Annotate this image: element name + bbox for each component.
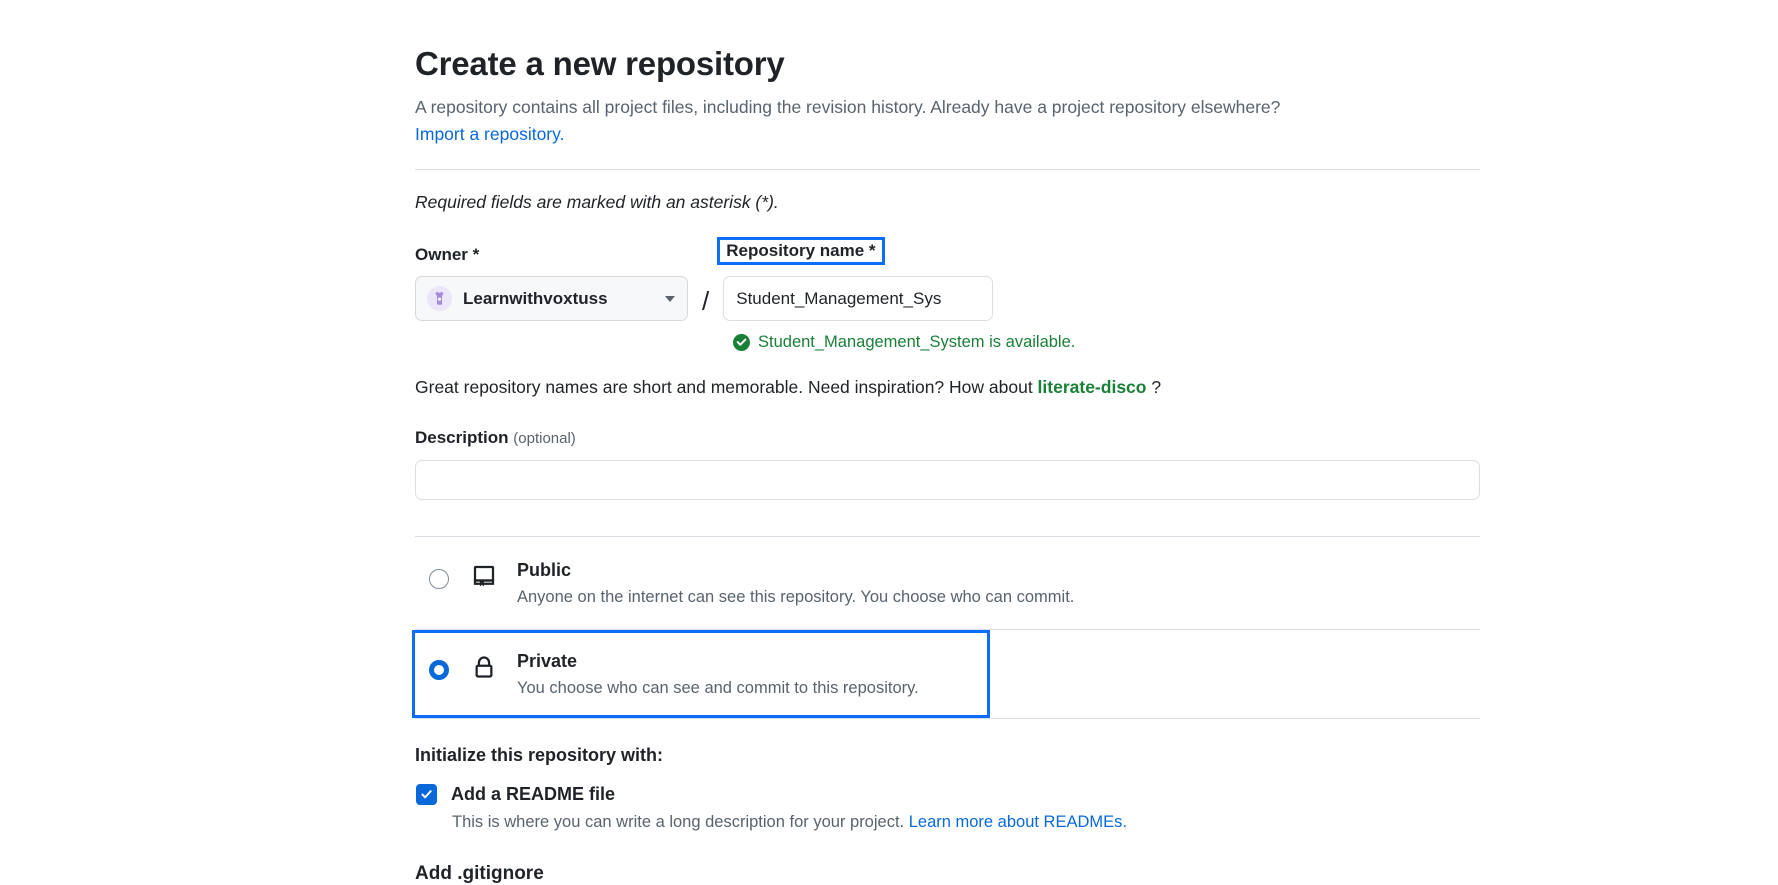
visibility-private-title: Private xyxy=(517,650,578,671)
header-divider xyxy=(415,168,1480,170)
checkbox-add-readme[interactable] xyxy=(416,784,437,806)
owner-and-name-row: Owner * Learnwithvoxtuss / Repository na… xyxy=(415,236,1480,322)
initialize-title: Initialize this repository with: xyxy=(415,745,664,766)
visibility-private-text: Private You choose who can see and commi… xyxy=(517,650,919,700)
visibility-option-public[interactable]: Public Anyone on the internet can see th… xyxy=(415,537,1480,629)
required-fields-note: Required fields are marked with an aster… xyxy=(415,191,779,212)
import-repository-link[interactable]: Import a repository. xyxy=(415,124,564,144)
availability-message: Student_Management_System is available. xyxy=(758,333,1076,352)
page-subtitle-text: A repository contains all project files,… xyxy=(415,96,1281,117)
description-field: Description (optional) xyxy=(415,428,1480,500)
owner-name: Learnwithvoxtuss xyxy=(463,288,608,308)
new-repository-form: Create a new repository A repository con… xyxy=(412,44,1480,885)
path-separator: / xyxy=(702,286,710,317)
description-label-wrap: Description (optional) xyxy=(415,428,1480,448)
check-circle-icon xyxy=(733,334,750,352)
repository-name-label-wrap: Repository name * xyxy=(717,236,993,266)
description-optional-tag: (optional) xyxy=(513,430,576,448)
suggested-name[interactable]: literate-disco xyxy=(1038,377,1147,397)
visibility-public-title: Public xyxy=(517,559,572,580)
radio-public[interactable] xyxy=(429,568,449,589)
learn-more-readmes-link[interactable]: Learn more about READMEs. xyxy=(909,813,1127,831)
repository-name-field: Repository name * xyxy=(717,236,994,322)
readme-label: Add a README file xyxy=(451,784,616,805)
initialize-section: Initialize this repository with: Add a R… xyxy=(415,745,1480,885)
user-avatar-icon xyxy=(427,286,452,312)
visibility-option-private[interactable]: Private You choose who can see and commi… xyxy=(412,629,990,719)
visibility-public-description: Anyone on the internet can see this repo… xyxy=(517,588,1075,607)
repository-name-input[interactable] xyxy=(723,276,994,322)
chevron-down-icon xyxy=(665,295,675,302)
visibility-private-description: You choose who can see and commit to thi… xyxy=(517,679,919,698)
repo-book-icon xyxy=(471,564,497,588)
create-repository-page: Create a new repository A repository con… xyxy=(0,0,1778,884)
gitignore-title: Add .gitignore xyxy=(415,863,544,885)
hint-text-before: Great repository names are short and mem… xyxy=(415,377,1038,398)
owner-select[interactable]: Learnwithvoxtuss xyxy=(415,276,688,322)
visibility-options: Public Anyone on the internet can see th… xyxy=(412,537,1480,720)
radio-private[interactable] xyxy=(429,659,449,680)
description-label: Description xyxy=(415,428,509,448)
readme-checkbox-row[interactable]: Add a README file xyxy=(415,784,1480,806)
page-title: Create a new repository xyxy=(415,45,785,82)
owner-field: Owner * Learnwithvoxtuss xyxy=(415,245,688,322)
description-input[interactable] xyxy=(415,459,1480,500)
repository-name-hint: Great repository names are short and mem… xyxy=(415,377,1480,398)
name-availability-status: Student_Management_System is available. xyxy=(733,333,1480,352)
visibility-bottom-divider xyxy=(415,718,1480,720)
readme-description-text: This is where you can write a long descr… xyxy=(452,813,909,832)
owner-label: Owner * xyxy=(415,245,480,264)
visibility-public-text: Public Anyone on the internet can see th… xyxy=(517,559,1074,609)
hint-text-after: ? xyxy=(1146,377,1162,398)
lock-icon xyxy=(471,655,497,679)
readme-description: This is where you can write a long descr… xyxy=(452,813,1480,832)
repository-name-label: Repository name * xyxy=(717,236,885,266)
page-subtitle: A repository contains all project files,… xyxy=(415,94,1475,148)
